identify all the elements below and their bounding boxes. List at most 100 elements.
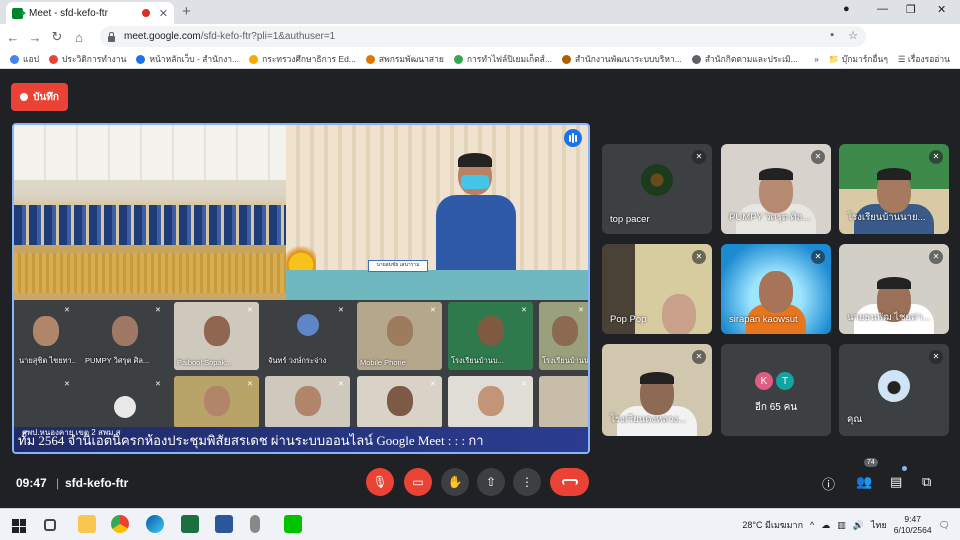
self-tile[interactable]: ✕ คุณ bbox=[839, 344, 949, 436]
mic-off-icon: 🎙 bbox=[372, 475, 388, 489]
participant-tile[interactable]: ✕ โรงเรียนบ้านนาย... bbox=[839, 144, 949, 234]
raise-hand-button[interactable]: ✋ bbox=[441, 468, 469, 496]
participant-tile[interactable]: ✕ Pop Pop bbox=[602, 244, 712, 334]
reload-icon[interactable]: ↻ bbox=[48, 29, 66, 45]
start-windows-icon[interactable] bbox=[12, 519, 26, 533]
chat-icon[interactable]: ▤ bbox=[890, 474, 902, 490]
minimize-button[interactable]: — bbox=[877, 3, 888, 15]
language-indicator[interactable]: ไทย bbox=[871, 518, 887, 532]
edge-icon[interactable] bbox=[146, 515, 164, 533]
mic-off-icon: ✕ bbox=[155, 381, 161, 388]
back-icon[interactable]: ← bbox=[4, 30, 22, 45]
bookmark-star-icon[interactable]: ☆ bbox=[848, 29, 858, 42]
weather-widget[interactable]: 28°C มีเมฆมาก bbox=[742, 518, 803, 532]
mic-off-icon[interactable]: ✕ bbox=[929, 250, 943, 264]
avatar-t: T bbox=[776, 372, 794, 390]
bookmark-label: สำนักงานพัฒนาระบบบริหา... bbox=[574, 54, 682, 64]
mic-off-icon[interactable]: ✕ bbox=[692, 250, 706, 264]
volume-icon[interactable]: 🔊 bbox=[853, 520, 864, 531]
participant-tile[interactable]: ✕ นายธนพัฒ ไชยค่า... bbox=[839, 244, 949, 334]
participant-tile[interactable]: ✕ top pacer bbox=[602, 144, 712, 234]
inner-tile: ✕ bbox=[16, 376, 76, 428]
clock-widget[interactable]: 9:47 6/10/2564 bbox=[894, 514, 932, 536]
show-hidden-icons-icon[interactable]: ^ bbox=[810, 520, 814, 530]
bookmark-favicon-icon bbox=[561, 54, 571, 64]
mic-off-icon: ✕ bbox=[430, 307, 436, 314]
mic-off-icon[interactable]: ✕ bbox=[811, 150, 825, 164]
network-icon[interactable]: ▥ bbox=[837, 520, 846, 531]
hand-icon: ✋ bbox=[447, 475, 463, 489]
activities-icon[interactable]: ⧉ bbox=[922, 474, 931, 490]
leave-call-button[interactable] bbox=[550, 468, 589, 496]
meeting-controls: 09:47 | sfd-kefo-ftr 🎙 ▭ ✋ ⇧ ⋮ ⓘ 👥 74 ▤ … bbox=[0, 458, 960, 508]
home-icon[interactable]: ⌂ bbox=[70, 30, 88, 45]
recording-button[interactable]: บันทึก bbox=[11, 83, 68, 111]
bookmark-label: สพกรมพัฒนาสาย bbox=[378, 54, 444, 64]
url-host: meet.google.com bbox=[124, 31, 201, 42]
bookmark-item[interactable]: สพกรมพัฒนาสาย bbox=[365, 52, 444, 66]
notifications-icon[interactable]: 🗨 bbox=[939, 520, 950, 531]
avatar-k: K bbox=[755, 372, 773, 390]
bookmarks-overflow: » 📁 บุ๊กมาร์กอื่นๆ ☰ เรื่องรออ่าน bbox=[814, 50, 960, 68]
task-view-icon[interactable] bbox=[44, 519, 56, 531]
mic-off-icon: ✕ bbox=[521, 381, 527, 388]
forward-icon[interactable]: → bbox=[26, 30, 44, 45]
bookmark-favicon-icon bbox=[453, 54, 463, 64]
inner-tile: ✕ bbox=[174, 376, 259, 428]
microphone-app-icon[interactable] bbox=[250, 515, 260, 533]
bookmark-label: ประวิติการทำงาน bbox=[61, 54, 127, 64]
participant-tile[interactable]: ✕ โรงเรียนดงหลวง... bbox=[602, 344, 712, 436]
camera-toggle-button[interactable]: ▭ bbox=[404, 468, 432, 496]
line-app-icon[interactable] bbox=[284, 515, 302, 533]
address-bar[interactable]: meet.google.com/sfd-kefo-ftr?pli=1&authu… bbox=[100, 26, 866, 47]
bookmark-item[interactable]: ประวิติการทำงาน bbox=[48, 52, 127, 66]
other-bookmarks-folder[interactable]: 📁 บุ๊กมาร์กอื่นๆ bbox=[829, 52, 888, 66]
camera-in-use-icon[interactable]: ▪ bbox=[830, 29, 834, 42]
mic-off-icon[interactable]: ✕ bbox=[692, 150, 706, 164]
mic-off-icon[interactable]: ✕ bbox=[692, 350, 706, 364]
participant-overflow-tile[interactable]: K T อีก 65 คน bbox=[721, 344, 831, 436]
mic-off-icon: ✕ bbox=[430, 381, 436, 388]
file-explorer-icon[interactable] bbox=[78, 515, 96, 533]
bookmark-label: สำนักกิตตามและประเมิ... bbox=[704, 54, 798, 64]
mic-off-icon: ✕ bbox=[247, 381, 253, 388]
reading-list-button[interactable]: ☰ เรื่องรออ่าน bbox=[898, 52, 950, 66]
onedrive-icon[interactable]: ☁ bbox=[821, 520, 830, 531]
inner-tile: ✕ Mobile Phone bbox=[357, 302, 442, 370]
bookmark-item[interactable]: สำนักงานพัฒนาระบบบริหา... bbox=[561, 52, 682, 66]
microphone-toggle-button[interactable]: 🎙 bbox=[366, 468, 394, 496]
close-tab-icon[interactable]: ✕ bbox=[159, 7, 168, 20]
bookmarks-more-button[interactable]: » bbox=[814, 54, 819, 64]
close-window-button[interactable]: ✕ bbox=[937, 3, 946, 16]
pinned-presenter-tile[interactable]: นายสมชัย เสนาราม ✕ นายสุชิต ไชยทา... ✕ PUM… bbox=[12, 123, 590, 454]
participant-name: คุณ bbox=[847, 414, 863, 425]
maximize-button[interactable]: ❐ bbox=[906, 3, 916, 16]
mic-off-icon[interactable]: ✕ bbox=[811, 250, 825, 264]
excel-icon[interactable] bbox=[181, 515, 199, 533]
chrome-icon[interactable] bbox=[111, 515, 129, 533]
apps-grid-icon bbox=[10, 54, 19, 64]
inner-tile: ✕ bbox=[265, 376, 350, 428]
more-options-button[interactable]: ⋮ bbox=[513, 468, 541, 496]
bookmark-item[interactable]: แอป bbox=[10, 52, 39, 66]
bookmark-item[interactable]: กระทรวงศึกษาธิการ Ed... bbox=[249, 52, 356, 66]
bookmark-item[interactable]: หน้าหลักเว็บ - สำนักงา... bbox=[136, 52, 239, 66]
inner-tile-label: โรงเรียนบ้านนา... bbox=[542, 356, 590, 365]
meeting-details-icon[interactable]: ⓘ bbox=[822, 474, 835, 493]
browser-tab[interactable]: Meet - sfd-kefo-ftr ✕ bbox=[6, 2, 174, 24]
present-now-button[interactable]: ⇧ bbox=[477, 468, 505, 496]
windows-taskbar: 28°C มีเมฆมาก ^ ☁ ▥ 🔊 ไทย 9:47 6/10/2564… bbox=[0, 508, 960, 540]
profile-circle-icon[interactable]: ● bbox=[843, 3, 850, 15]
participant-tile[interactable]: ✕ PUMPY วิศรุต ศิล... bbox=[721, 144, 831, 234]
participant-name: นายธนพัฒ ไชยค่า... bbox=[847, 312, 931, 323]
mic-off-icon[interactable]: ✕ bbox=[929, 350, 943, 364]
new-tab-button[interactable]: + bbox=[182, 3, 191, 20]
mic-off-icon[interactable]: ✕ bbox=[929, 150, 943, 164]
bookmark-item[interactable]: การทำไฟล์ปิเยมเก็ตส์... bbox=[453, 52, 552, 66]
word-icon[interactable] bbox=[215, 515, 233, 533]
bookmark-item[interactable]: สำนักกิตตามและประเมิ... bbox=[691, 52, 798, 66]
participant-tile[interactable]: ✕ sirapan kaowsut bbox=[721, 244, 831, 334]
people-icon[interactable]: 👥 bbox=[856, 474, 872, 490]
inner-tile: ✕ Paibool Sopak... bbox=[174, 302, 259, 370]
mic-off-icon: ✕ bbox=[247, 307, 253, 314]
